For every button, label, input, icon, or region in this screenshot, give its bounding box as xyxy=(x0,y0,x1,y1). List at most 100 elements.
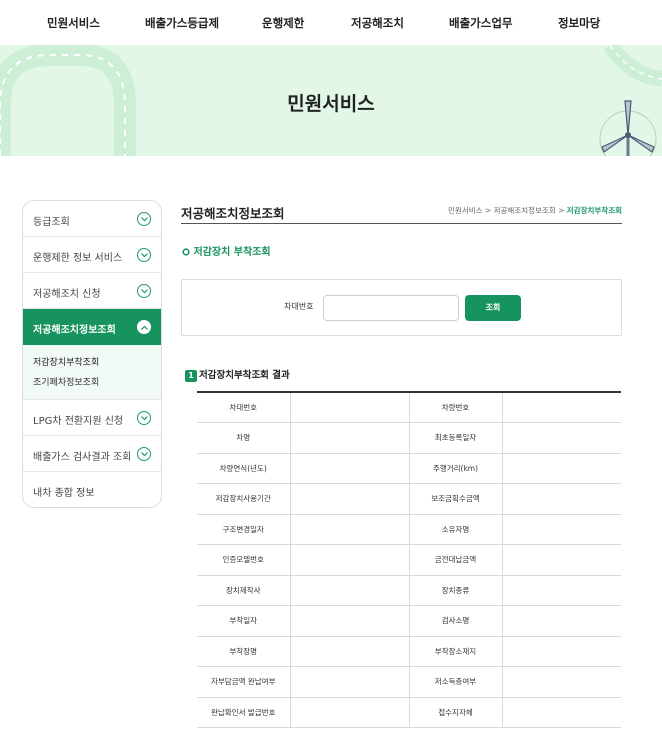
table-value-cell xyxy=(501,514,621,545)
table-value-cell xyxy=(289,392,410,423)
table-value-cell xyxy=(501,422,621,454)
sidebar-item-low-emission-info[interactable]: 저공해조치정보조회 xyxy=(23,309,161,345)
table-value-cell xyxy=(501,453,621,484)
table-row: 차대번호 차량번호 xyxy=(197,392,621,423)
breadcrumb-item[interactable]: 민원서비스 xyxy=(448,206,483,215)
table-value-cell xyxy=(289,605,410,637)
chevron-down-icon xyxy=(137,447,151,461)
number-badge-icon: 1 xyxy=(185,369,197,382)
nav-item-emission-grade[interactable]: 배출가스등급제 xyxy=(145,15,219,31)
chevron-down-icon xyxy=(137,212,151,226)
table-row: 인증모델번호 금전대납금액 xyxy=(197,544,621,576)
table-row: 차명 최초등록일자 xyxy=(197,422,621,454)
sidebar-item-lpg-conversion[interactable]: LPG차 전환지원 신청 xyxy=(23,400,161,436)
submenu-item-early-scrap[interactable]: 조기폐차정보조회 xyxy=(33,373,161,393)
table-value-cell xyxy=(289,544,410,576)
header-divider xyxy=(181,223,622,224)
table-header-cell: 소유자명 xyxy=(409,514,502,545)
result-title: 1 저감장치부착조회 결과 xyxy=(185,367,290,382)
sub-title: 저감장치 부착조회 xyxy=(182,243,271,258)
breadcrumb-separator: > xyxy=(484,206,492,215)
table-header-cell: 장치제작사 xyxy=(197,575,290,606)
table-row: 자부담금액 완납여부 저소득층여부 xyxy=(197,666,621,698)
table-value-cell xyxy=(501,575,621,606)
table-value-cell xyxy=(289,636,410,667)
sidebar-item-label: 등급조회 xyxy=(33,217,70,228)
breadcrumb: 민원서비스 > 저공해조치정보조회 > 저감장치부착조회 xyxy=(448,205,622,216)
table-header-cell: 장치종류 xyxy=(409,575,502,606)
table-header-cell: 구조변경일자 xyxy=(197,514,290,545)
table-value-cell xyxy=(501,605,621,637)
table-value-cell xyxy=(501,636,621,667)
result-table: 차대번호 차량번호 차명 최초등록일자 차량연식(년도) 주행거리(km) 저감장치사용기간… xyxy=(197,391,621,728)
table-row: 완납확인서 발급번호 접수지자체 xyxy=(197,697,621,728)
sidebar-item-low-emission-apply[interactable]: 저공해조치 신청 xyxy=(23,273,161,309)
table-value-cell xyxy=(501,392,621,423)
table-header-cell: 차량연식(년도) xyxy=(197,453,290,484)
table-header-cell: 저감장치사용기간 xyxy=(197,483,290,515)
table-header-cell: 보조금획수금액 xyxy=(409,483,502,515)
table-header-cell: 저소득층여부 xyxy=(409,666,502,698)
breadcrumb-separator: > xyxy=(558,206,565,215)
table-value-cell xyxy=(289,422,410,454)
nav-item-operation-limit[interactable]: 운행제한 xyxy=(262,15,304,31)
table-header-cell: 자부담금액 완납여부 xyxy=(197,666,290,698)
table-row: 구조변경일자 소유자명 xyxy=(197,514,621,545)
table-value-cell xyxy=(289,575,410,606)
table-header-cell: 금전대납금액 xyxy=(409,544,502,576)
table-value-cell xyxy=(501,666,621,698)
sidebar-menu: 등급조회 운행제한 정보 서비스 저공해조치 신청 저공해조치정보조회 저감장치… xyxy=(22,200,162,508)
vin-label: 차대번호 xyxy=(284,302,314,311)
sidebar-item-label: 운행제한 정보 서비스 xyxy=(33,253,123,264)
chevron-down-icon xyxy=(137,411,151,425)
table-header-cell: 차량번호 xyxy=(409,392,502,423)
table-row: 차량연식(년도) 주행거리(km) xyxy=(197,453,621,484)
table-value-cell xyxy=(289,453,410,484)
vin-input[interactable] xyxy=(323,295,459,321)
table-row: 장치제작사 장치종류 xyxy=(197,575,621,606)
table-header-cell: 완납확인서 발급번호 xyxy=(197,697,290,728)
chevron-up-icon xyxy=(137,320,151,334)
sidebar-item-grade-lookup[interactable]: 등급조회 xyxy=(23,201,161,237)
table-header-cell: 부착장소재지 xyxy=(409,636,502,667)
table-value-cell xyxy=(501,483,621,515)
table-value-cell xyxy=(289,483,410,515)
nav-item-civil-service[interactable]: 민원서비스 xyxy=(47,15,100,31)
chevron-down-icon xyxy=(137,248,151,262)
table-header-cell: 최초등록일자 xyxy=(409,422,502,454)
search-button[interactable]: 조회 xyxy=(465,295,521,321)
table-header-cell: 주행거리(km) xyxy=(409,453,502,484)
search-form: 차대번호 조회 xyxy=(181,279,622,336)
sidebar-item-label: LPG차 전환지원 신청 xyxy=(33,416,124,427)
sub-title-text: 저감장치 부착조회 xyxy=(193,247,271,258)
table-row: 부착일자 검사소명 xyxy=(197,605,621,637)
table-row: 저감장치사용기간 보조금획수금액 xyxy=(197,483,621,515)
table-header-cell: 접수지자체 xyxy=(409,697,502,728)
table-row: 부착장명 부착장소재지 xyxy=(197,636,621,667)
sidebar-item-label: 저공해조치 신청 xyxy=(33,289,101,300)
table-header-cell: 차대번호 xyxy=(197,392,290,423)
bullet-circle-icon xyxy=(182,247,190,256)
result-title-text: 저감장치부착조회 결과 xyxy=(199,370,290,381)
top-navigation: 민원서비스 배출가스등급제 운행제한 저공해조치 배출가스업무 정보마당 xyxy=(0,0,662,45)
nav-item-low-emission[interactable]: 저공해조치 xyxy=(351,15,404,31)
sidebar-item-my-car-info[interactable]: 내차 종합 정보 xyxy=(23,472,161,507)
table-header-cell: 차명 xyxy=(197,422,290,454)
wind-turbine-icon xyxy=(599,100,657,156)
table-header-cell: 부착일자 xyxy=(197,605,290,637)
table-header-cell: 검사소명 xyxy=(409,605,502,637)
sidebar-item-label: 내차 종합 정보 xyxy=(33,488,95,499)
table-header-cell: 부착장명 xyxy=(197,636,290,667)
table-value-cell xyxy=(501,697,621,728)
nav-item-emission-work[interactable]: 배출가스업무 xyxy=(449,15,512,31)
sidebar-submenu: 저감장치부착조회 조기폐차정보조회 xyxy=(23,345,161,400)
chevron-down-icon xyxy=(137,284,151,298)
submenu-item-device-attach[interactable]: 저감장치부착조회 xyxy=(33,353,161,373)
sidebar-item-operation-limit-info[interactable]: 운행제한 정보 서비스 xyxy=(23,237,161,273)
nav-item-info[interactable]: 정보마당 xyxy=(558,15,600,31)
breadcrumb-item[interactable]: 저공해조치정보조회 xyxy=(494,206,556,215)
page-title: 민원서비스 xyxy=(287,93,375,115)
breadcrumb-current: 저감장치부착조회 xyxy=(566,206,622,215)
table-value-cell xyxy=(289,666,410,698)
sidebar-item-emission-test-result[interactable]: 배출가스 검사결과 조회 xyxy=(23,436,161,472)
